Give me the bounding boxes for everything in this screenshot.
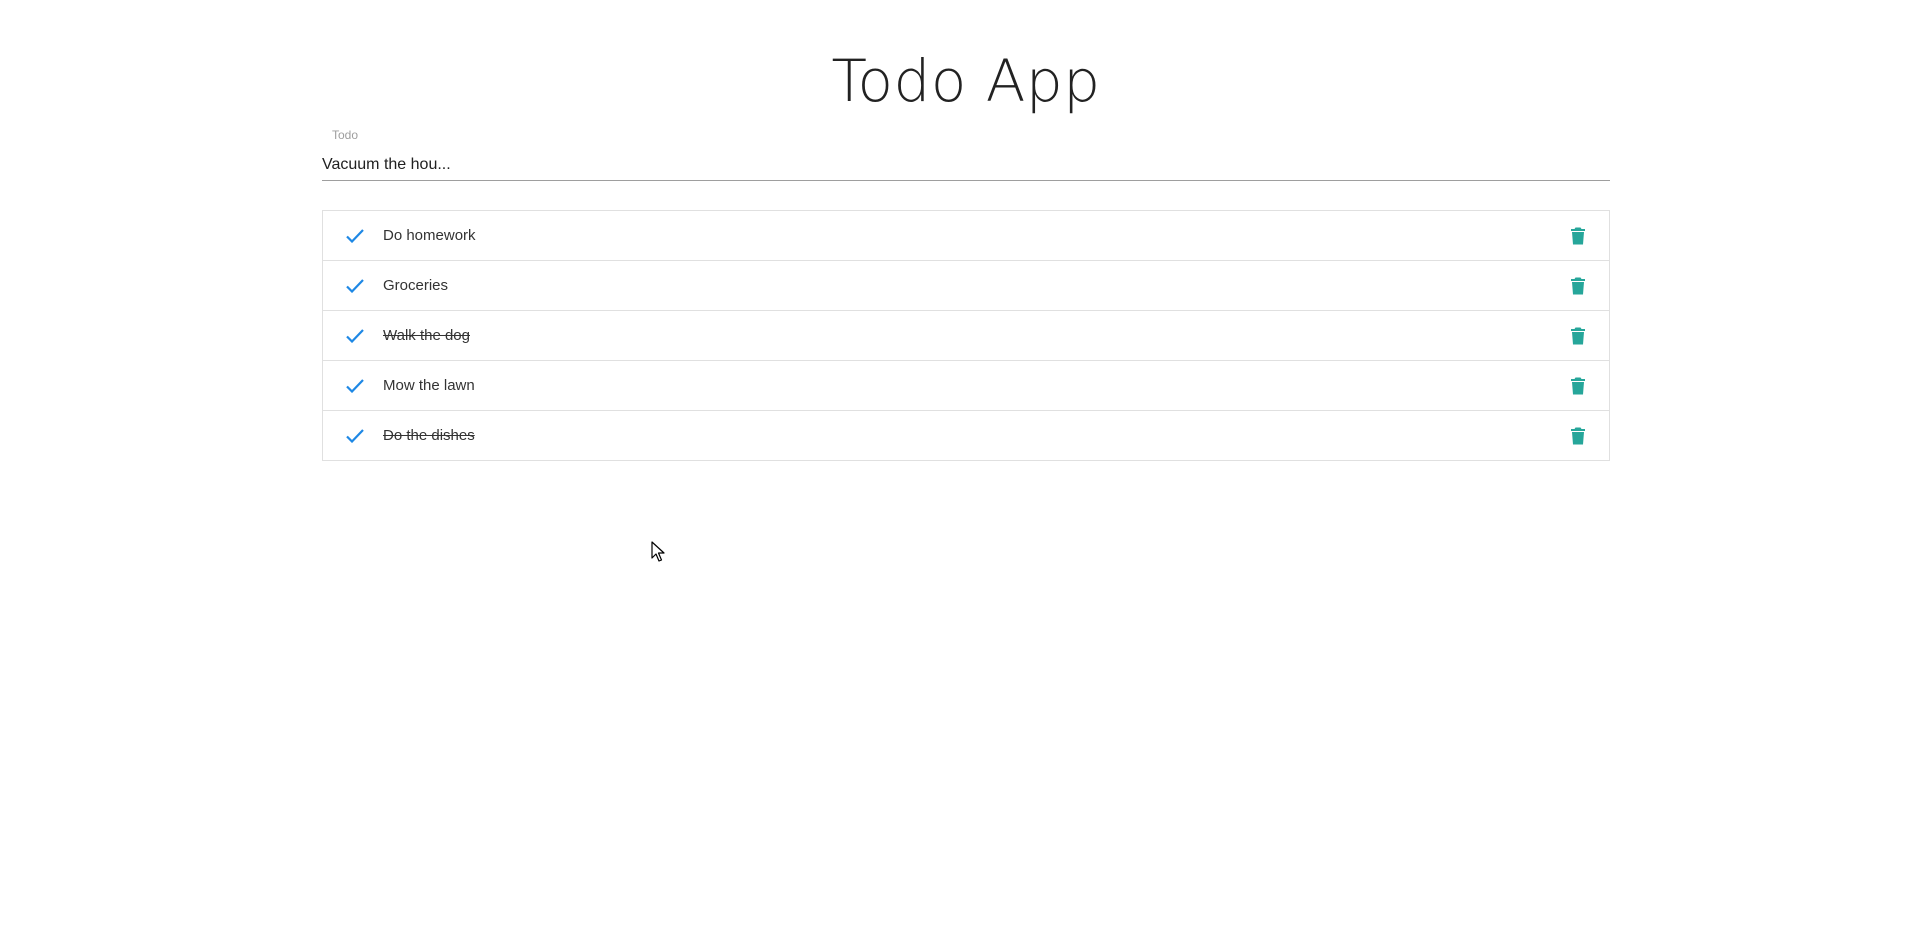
todo-item: Mow the lawn [323, 361, 1609, 411]
check-icon[interactable] [343, 324, 367, 348]
trash-icon[interactable] [1566, 324, 1590, 348]
todo-item: Do the dishes [323, 411, 1609, 460]
todo-field: Todo [322, 124, 1610, 187]
todo-field-label: Todo [332, 128, 359, 142]
page-title: Todo App [831, 47, 1101, 115]
todo-item: Groceries [323, 261, 1609, 311]
todo-item: Do homework [323, 211, 1609, 261]
trash-icon[interactable] [1566, 374, 1590, 398]
check-icon[interactable] [343, 374, 367, 398]
todo-text: Groceries [383, 277, 449, 294]
todo-app: Todo App Todo Do homework Groceries [322, 0, 1610, 461]
todo-text: Do the dishes [383, 427, 475, 444]
trash-icon[interactable] [1566, 274, 1590, 298]
check-icon[interactable] [343, 274, 367, 298]
todo-text: Do homework [383, 227, 476, 244]
todo-list: Do homework Groceries Walk the dog Mow t… [322, 210, 1610, 461]
todo-item: Walk the dog [323, 311, 1609, 361]
trash-icon[interactable] [1566, 424, 1590, 448]
trash-icon[interactable] [1566, 224, 1590, 248]
mouse-cursor-icon [651, 541, 665, 562]
todo-text: Walk the dog [383, 327, 470, 344]
todo-text: Mow the lawn [383, 377, 475, 394]
check-icon[interactable] [343, 424, 367, 448]
todo-input[interactable] [322, 150, 1610, 181]
check-icon[interactable] [343, 224, 367, 248]
